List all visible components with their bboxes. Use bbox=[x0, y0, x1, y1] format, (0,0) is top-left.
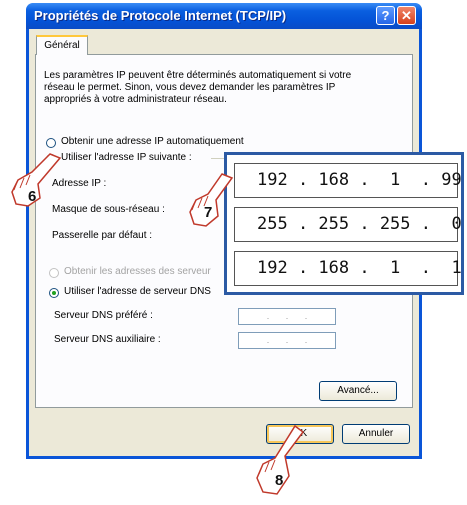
dns-manual-label: Utiliser l'adresse de serveur DNS bbox=[64, 286, 211, 297]
radio-dns-manual[interactable] bbox=[49, 288, 59, 298]
advanced-button[interactable]: Avancé... bbox=[319, 381, 397, 401]
step-6-number: 6 bbox=[28, 188, 37, 205]
gateway-label: Passerelle par défaut : bbox=[52, 230, 153, 241]
pointing-hand-icon bbox=[189, 173, 234, 227]
radio-ip-auto[interactable] bbox=[46, 138, 56, 148]
ip-address-label: Adresse IP : bbox=[52, 178, 107, 189]
step-8-number: 8 bbox=[275, 472, 284, 489]
preferred-dns-input[interactable]: . . . bbox=[238, 308, 336, 325]
callout-7: 7 bbox=[186, 170, 236, 232]
title-bar[interactable]: Propriétés de Protocole Internet (TCP/IP… bbox=[26, 3, 422, 29]
zoom-gateway[interactable]: 192 . 168 . 1 . 1 bbox=[234, 251, 462, 286]
zoom-subnet-mask[interactable]: 255 . 255 . 255 . 0 bbox=[234, 207, 462, 242]
callout-6: 6 bbox=[10, 150, 62, 210]
step-7-number: 7 bbox=[204, 204, 213, 221]
callout-8: 8 bbox=[255, 420, 305, 500]
cancel-button[interactable]: Annuler bbox=[342, 424, 410, 444]
help-button[interactable]: ? bbox=[376, 6, 395, 25]
zoom-ip-address[interactable]: 192 . 168 . 1 . 99 bbox=[234, 163, 462, 198]
tab-general[interactable]: Général bbox=[36, 35, 88, 55]
preferred-dns-label: Serveur DNS préféré : bbox=[54, 310, 153, 321]
alternate-dns-label: Serveur DNS auxiliaire : bbox=[54, 334, 161, 345]
alternate-dns-input[interactable]: . . . bbox=[238, 332, 336, 349]
ip-manual-label: Utiliser l'adresse IP suivante : bbox=[61, 152, 192, 163]
close-button[interactable]: ✕ bbox=[397, 6, 416, 25]
window-title: Propriétés de Protocole Internet (TCP/IP… bbox=[34, 8, 287, 23]
alternate-dns-placeholder: . . . bbox=[266, 335, 308, 345]
description-text: Les paramètres IP peuvent être déterminé… bbox=[44, 70, 352, 105]
ip-zoom-panel: 192 . 168 . 1 . 99 255 . 255 . 255 . 0 1… bbox=[224, 152, 464, 295]
ip-auto-label: Obtenir une adresse IP automatiquement bbox=[61, 136, 244, 147]
preferred-dns-placeholder: . . . bbox=[266, 311, 308, 321]
dns-auto-label: Obtenir les adresses des serveur bbox=[64, 266, 211, 277]
radio-dns-auto[interactable] bbox=[49, 268, 59, 278]
subnet-mask-label: Masque de sous-réseau : bbox=[52, 204, 165, 215]
